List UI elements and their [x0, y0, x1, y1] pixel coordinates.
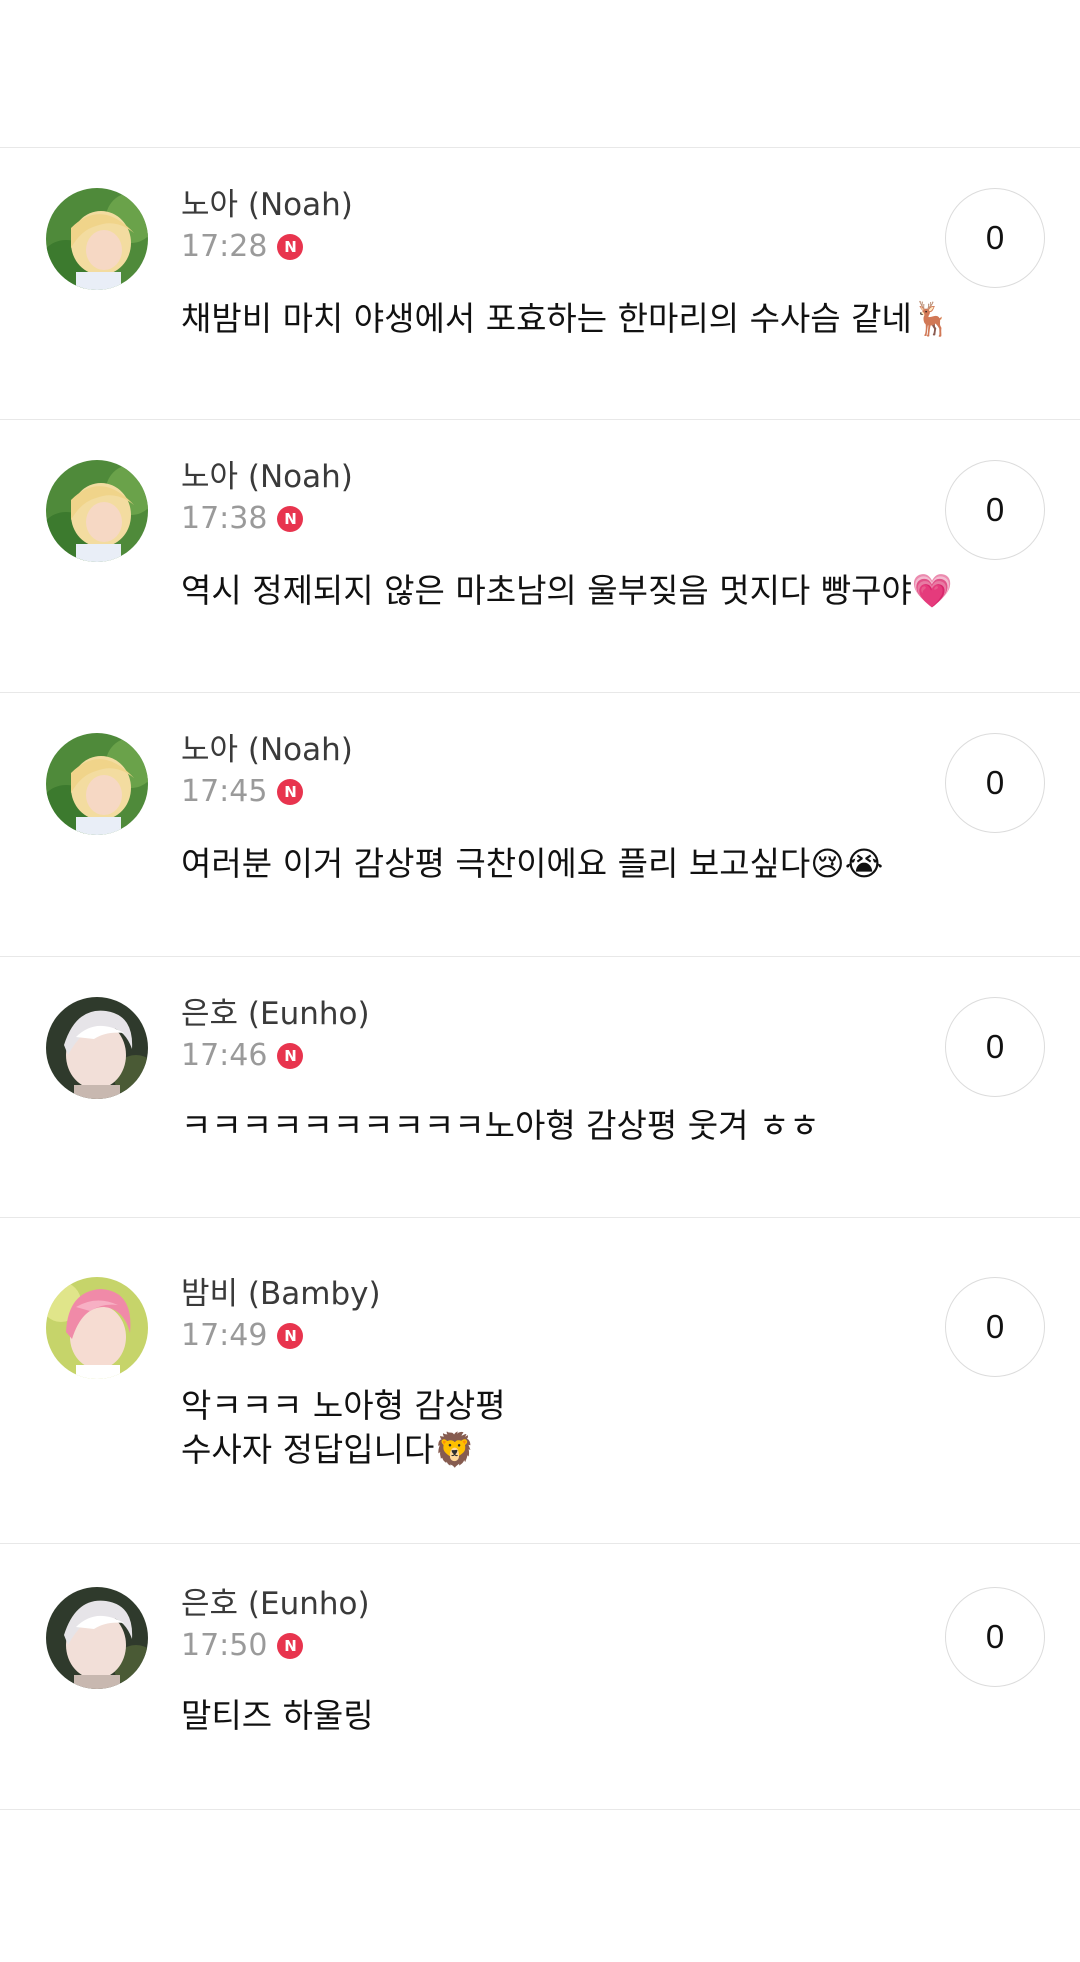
comment-meta: 노아 (Noah) 17:38 N	[181, 456, 353, 540]
comment-text: 말티즈 하울링	[181, 1694, 374, 1738]
comment-text: ㅋㅋㅋㅋㅋㅋㅋㅋㅋㅋ노아형 감상평 웃겨 ㅎㅎ	[181, 1104, 820, 1148]
new-badge-icon: N	[277, 1633, 304, 1659]
author-name[interactable]: 노아 (Noah)	[181, 729, 353, 771]
avatar-eunho[interactable]	[46, 1587, 148, 1689]
bottom-spacer	[0, 1810, 1080, 1950]
author-name[interactable]: 밤비 (Bamby)	[181, 1273, 381, 1315]
comment-time: 17:50	[181, 1628, 268, 1663]
comment-item: 노아 (Noah) 17:38 N 0 역시 정제되지 않은 마초남의 울부짖음…	[0, 420, 1080, 693]
reply-count-button[interactable]: 0	[945, 460, 1045, 560]
comment-item: 노아 (Noah) 17:28 N 0 채밤비 마치 야생에서 포효하는 한마리…	[0, 148, 1080, 420]
reply-count-button[interactable]: 0	[945, 997, 1045, 1097]
author-name[interactable]: 노아 (Noah)	[181, 184, 353, 226]
reply-count-button[interactable]: 0	[945, 1587, 1045, 1687]
comment-item: 노아 (Noah) 17:45 N 0 여러분 이거 감상평 극찬이에요 플리 …	[0, 693, 1080, 957]
comment-text: 여러분 이거 감상평 극찬이에요 플리 보고싶다😢😭	[181, 842, 883, 886]
comment-meta: 은호 (Eunho) 17:46 N	[181, 993, 370, 1077]
comment-time: 17:45	[181, 774, 268, 809]
comment-time: 17:28	[181, 229, 268, 264]
comment-meta: 노아 (Noah) 17:45 N	[181, 729, 353, 813]
comment-text-line: ㅋㅋㅋㅋㅋㅋㅋㅋㅋㅋ노아형 감상평 웃겨 ㅎㅎ	[181, 1106, 820, 1145]
avatar-noah[interactable]	[46, 733, 148, 835]
new-badge-icon: N	[277, 234, 304, 260]
comment-list: 노아 (Noah) 17:28 N 0 채밤비 마치 야생에서 포효하는 한마리…	[0, 148, 1080, 1810]
reply-count-button[interactable]: 0	[945, 188, 1045, 288]
avatar-eunho[interactable]	[46, 997, 148, 1099]
reply-count-button[interactable]: 0	[945, 733, 1045, 833]
comment-meta: 노아 (Noah) 17:28 N	[181, 184, 353, 268]
header-spacer	[0, 0, 1080, 148]
comment-text: 채밤비 마치 야생에서 포효하는 한마리의 수사슴 같네🦌	[181, 297, 953, 341]
comment-item: 은호 (Eunho) 17:50 N 0 말티즈 하울링	[0, 1544, 1080, 1810]
comment-meta: 밤비 (Bamby) 17:49 N	[181, 1273, 381, 1357]
comment-meta: 은호 (Eunho) 17:50 N	[181, 1583, 370, 1667]
reply-count-button[interactable]: 0	[945, 1277, 1045, 1377]
comment-item: 은호 (Eunho) 17:46 N 0 ㅋㅋㅋㅋㅋㅋㅋㅋㅋㅋ노아형 감상평 웃…	[0, 957, 1080, 1218]
new-badge-icon: N	[277, 779, 304, 805]
comment-item: 밤비 (Bamby) 17:49 N 0 악ㅋㅋㅋ 노아형 감상평 수사자 정답…	[0, 1218, 1080, 1544]
comment-text: 악ㅋㅋㅋ 노아형 감상평 수사자 정답입니다🦁	[181, 1384, 506, 1472]
avatar-noah[interactable]	[46, 460, 148, 562]
comment-time: 17:38	[181, 501, 268, 536]
comment-text-line: 여러분 이거 감상평 극찬이에요 플리 보고싶다😢😭	[181, 844, 884, 883]
avatar-noah[interactable]	[46, 188, 148, 290]
new-badge-icon: N	[277, 1323, 304, 1349]
new-badge-icon: N	[277, 1043, 304, 1069]
comment-text-line: 악ㅋㅋㅋ 노아형 감상평	[181, 1386, 506, 1425]
author-name[interactable]: 은호 (Eunho)	[181, 1583, 370, 1625]
avatar-bamby[interactable]	[46, 1277, 148, 1379]
author-name[interactable]: 은호 (Eunho)	[181, 993, 370, 1035]
comment-time: 17:49	[181, 1318, 268, 1353]
author-name[interactable]: 노아 (Noah)	[181, 456, 353, 498]
comment-time: 17:46	[181, 1038, 268, 1073]
comment-text-line: 채밤비 마치 야생에서 포효하는 한마리의 수사슴 같네🦌	[181, 299, 953, 338]
comment-text-line: 말티즈 하울링	[181, 1696, 374, 1735]
comment-text: 역시 정제되지 않은 마초남의 울부짖음 멋지다 빵구야💗	[181, 569, 953, 613]
comment-text-line: 수사자 정답입니다🦁	[181, 1430, 476, 1469]
new-badge-icon: N	[277, 506, 304, 532]
comment-text-line: 역시 정제되지 않은 마초남의 울부짖음 멋지다 빵구야💗	[181, 571, 953, 610]
